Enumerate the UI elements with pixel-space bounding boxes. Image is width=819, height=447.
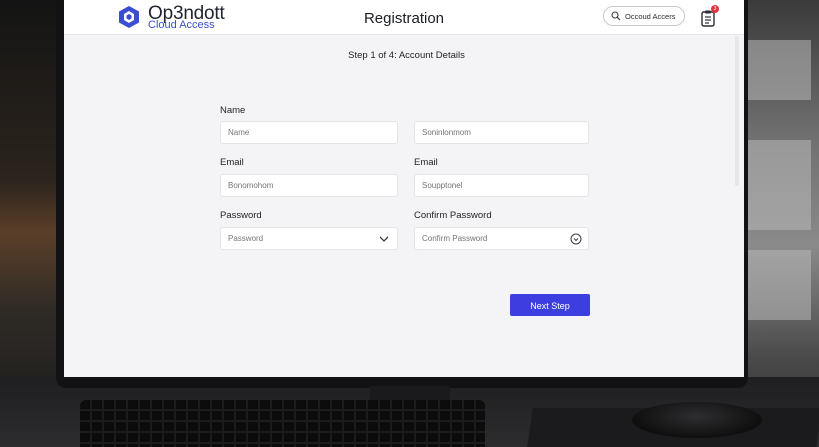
top-bar: Op3ndott Cloud Access Registration Occou… [64, 0, 744, 35]
email-input[interactable] [228, 175, 397, 196]
notification-badge: 3 [711, 5, 719, 13]
search-icon [611, 11, 621, 21]
account-button-label: Occoud Accers [625, 12, 676, 21]
mouse [632, 402, 762, 438]
second-name-input[interactable] [422, 122, 588, 143]
next-step-button[interactable]: Next Step [510, 294, 590, 316]
password-input[interactable] [228, 228, 397, 249]
window-pane [741, 250, 811, 320]
email-input-right[interactable] [422, 175, 588, 196]
eye-toggle-icon[interactable] [570, 233, 582, 245]
email-label: Email [220, 157, 244, 168]
password-label: Password [220, 210, 262, 221]
second-name-field[interactable] [414, 121, 589, 144]
account-button[interactable]: Occoud Accers [603, 6, 685, 26]
window-pane [741, 140, 811, 230]
confirm-password-input[interactable] [422, 228, 588, 249]
email-field[interactable] [220, 174, 398, 197]
name-input[interactable] [228, 122, 397, 143]
chevron-down-icon[interactable] [379, 235, 389, 243]
password-field[interactable] [220, 227, 398, 250]
confirm-password-field[interactable] [414, 227, 589, 250]
keyboard [80, 400, 485, 447]
app-screen: Op3ndott Cloud Access Registration Occou… [64, 0, 744, 377]
confirm-password-label: Confirm Password [414, 210, 492, 221]
window-pane [741, 40, 811, 100]
name-label: Name [220, 105, 246, 116]
email-field-right[interactable] [414, 174, 589, 197]
email-label-right: Email [414, 157, 438, 168]
name-field[interactable] [220, 121, 398, 144]
step-indicator: Step 1 of 4: Account Details [348, 50, 465, 61]
